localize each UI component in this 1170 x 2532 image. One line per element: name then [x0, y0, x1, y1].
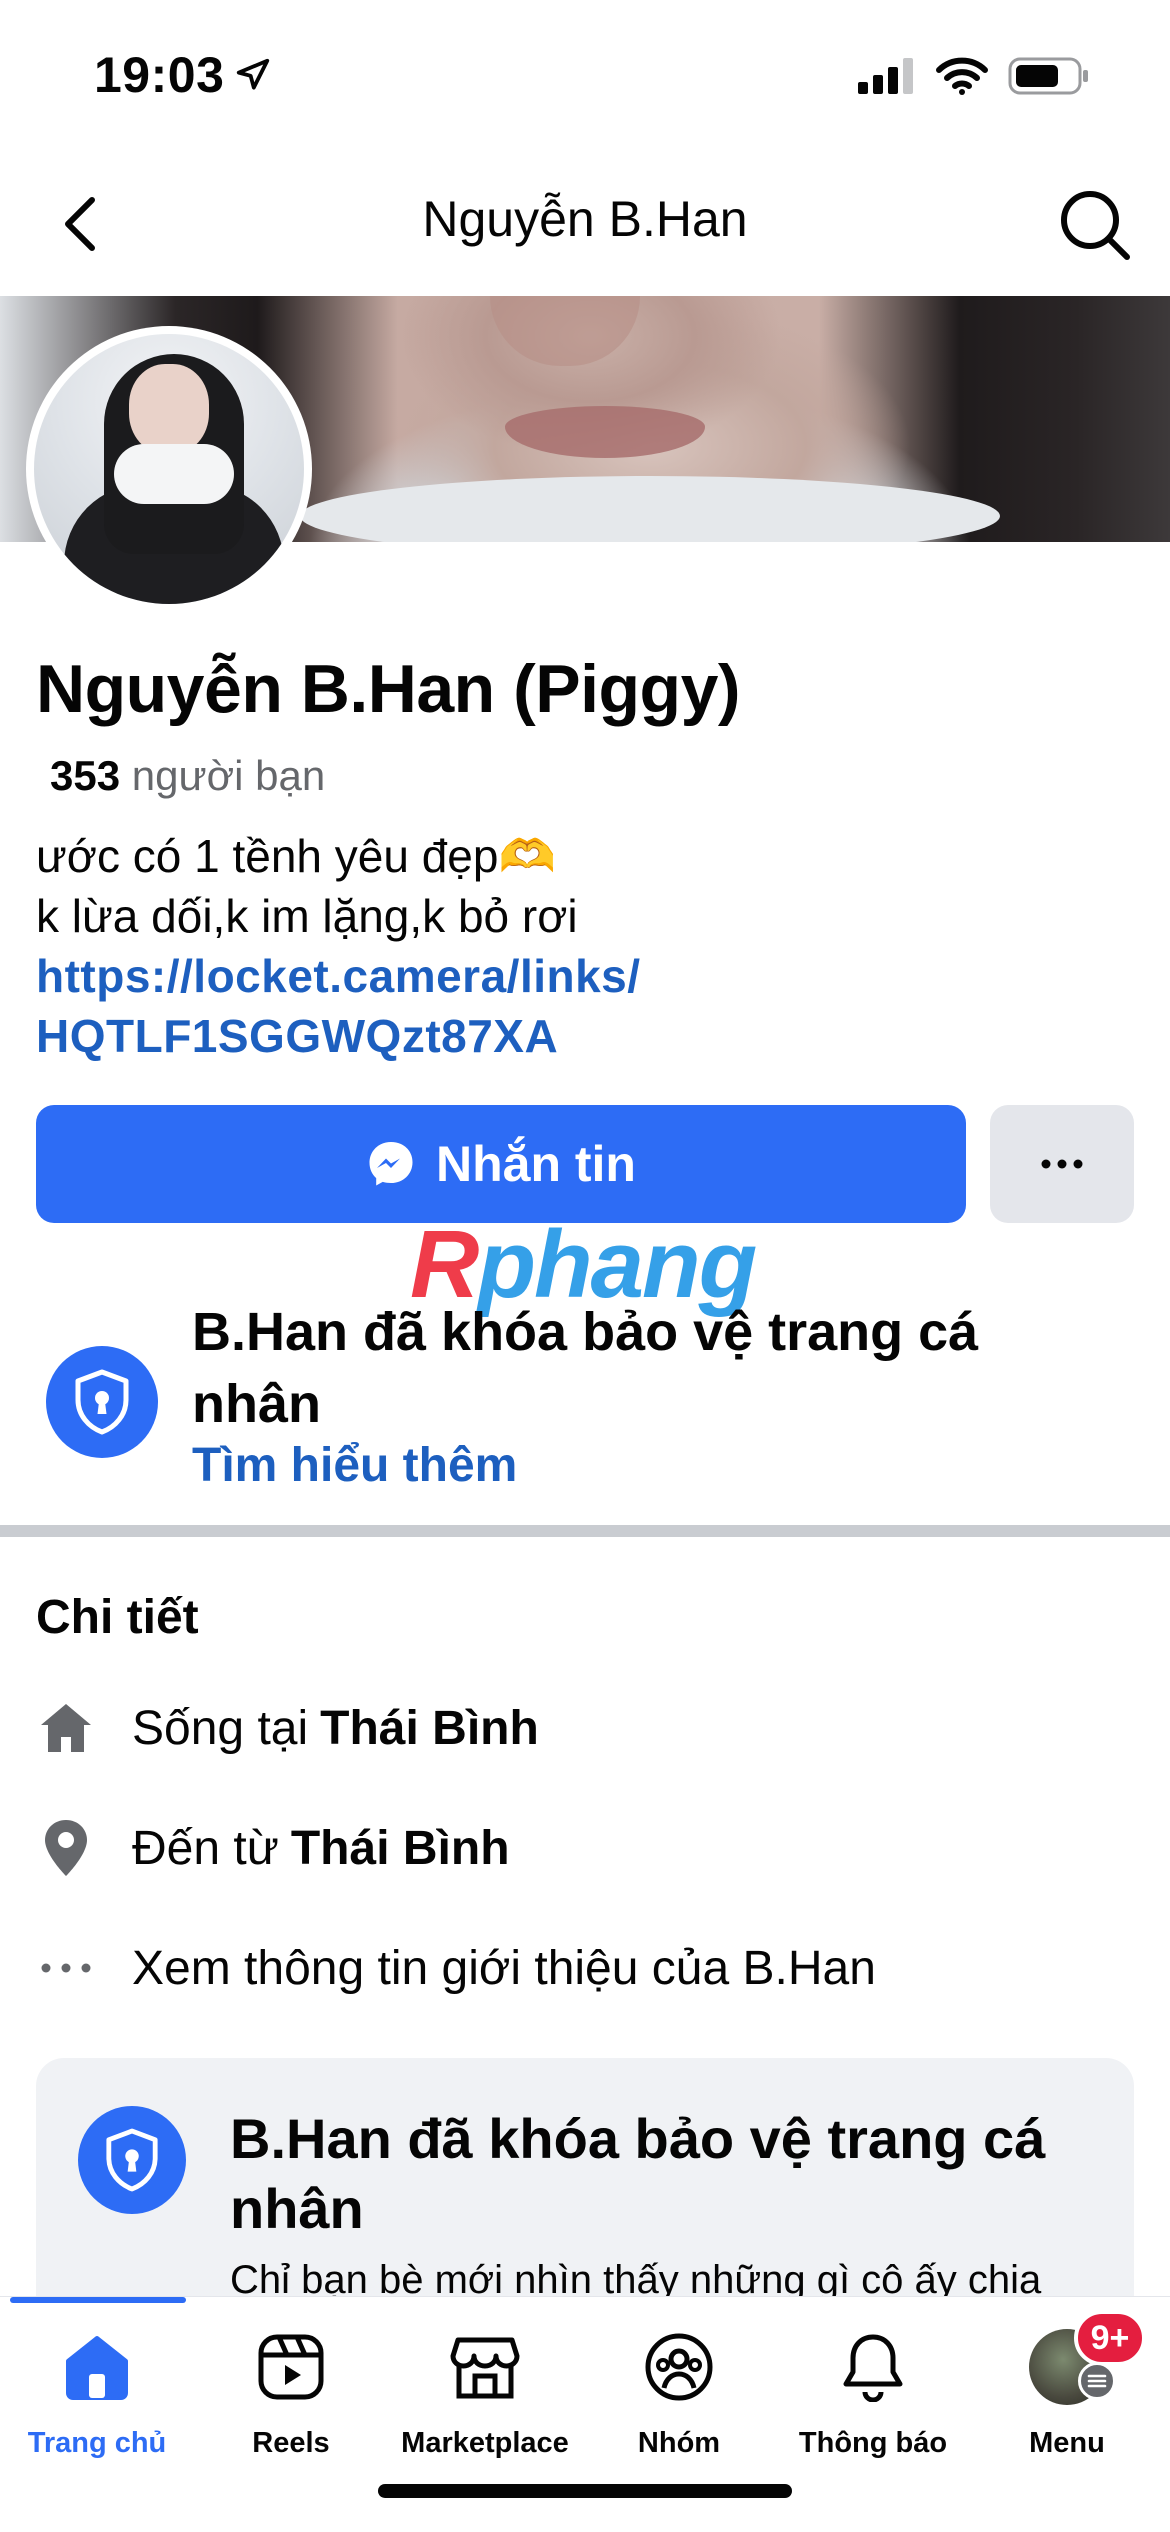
status-time: 19:03	[94, 46, 272, 104]
avatar-detail	[129, 364, 209, 454]
more-options-button[interactable]	[990, 1105, 1134, 1223]
bio-line: k lừa dối,k im lặng,k bỏ rơi	[36, 890, 578, 942]
shield-lock-icon	[78, 2106, 186, 2214]
detail-from-value: Thái Bình	[290, 1821, 510, 1875]
profile-bio: ước có 1 tềnh yêu đẹp🫶 k lừa dối,k im lặ…	[36, 826, 1036, 1066]
bio-link-line: HQTLF1SGGWQzt87XA	[36, 1010, 559, 1062]
friends-count-label: người bạn	[131, 752, 326, 799]
card-title: B.Han đã khóa bảo vệ trang cá nhân	[230, 2107, 1046, 2240]
status-time-text: 19:03	[94, 47, 225, 103]
see-about-info[interactable]: Xem thông tin giới thiệu của B.Han	[36, 1928, 1136, 2008]
status-icons	[858, 56, 1090, 96]
see-about-label: Xem thông tin giới thiệu của B.Han	[132, 1941, 876, 1995]
groups-icon	[639, 2327, 719, 2407]
signal-icon	[858, 58, 913, 94]
nav-reels[interactable]: Reels	[194, 2327, 388, 2477]
nav-label: Nhóm	[637, 2427, 721, 2459]
nav-label: Marketplace	[401, 2427, 569, 2459]
detail-from-prefix: Đến từ	[132, 1821, 279, 1875]
profile-header: Nguyễn B.Han	[0, 150, 1170, 296]
search-icon	[1061, 191, 1130, 260]
nav-notifications[interactable]: Thông báo	[776, 2327, 970, 2477]
nav-label: Trang chủ	[27, 2427, 167, 2459]
marketplace-icon	[445, 2327, 525, 2407]
profile-avatar[interactable]	[26, 326, 312, 612]
message-button-label: Nhắn tin	[436, 1136, 636, 1192]
messenger-icon	[369, 1142, 413, 1186]
nav-marketplace[interactable]: Marketplace	[388, 2327, 582, 2477]
nav-groups[interactable]: Nhóm	[582, 2327, 776, 2477]
lock-notice-title: B.Han đã khóa bảo vệ trang cá nhân	[192, 1302, 979, 1434]
avatar-image	[34, 334, 304, 604]
section-divider	[0, 1525, 1170, 1537]
cover-photo-detail	[300, 476, 1000, 542]
detail-lives-in: Sống tại Thái Bình	[36, 1688, 1136, 1768]
home-indicator	[378, 2484, 792, 2498]
bio-link-line: https://locket.camera/links/	[36, 950, 641, 1002]
location-arrow-icon	[237, 58, 270, 90]
status-bar: 19:03	[0, 0, 1170, 150]
nav-label: Reels	[252, 2427, 330, 2459]
battery-icon	[1008, 57, 1088, 95]
cover-photo-detail	[505, 406, 705, 458]
detail-lives-prefix: Sống tại	[132, 1701, 309, 1755]
cover-photo-detail	[490, 296, 640, 366]
detail-lives-value: Thái Bình	[320, 1701, 539, 1755]
details-title: Chi tiết	[36, 1591, 199, 1644]
nav-label: Menu	[1029, 2427, 1105, 2459]
profile-lock-notice: B.Han đã khóa bảo vệ trang cá nhân Tìm h…	[0, 1290, 1170, 1520]
reels-icon	[251, 2327, 331, 2407]
profile-name: Nguyễn B.Han (Piggy)	[36, 651, 741, 727]
home-icon	[36, 1698, 96, 1758]
header-title: Nguyễn B.Han	[422, 191, 748, 247]
location-pin-icon	[36, 1818, 96, 1878]
nav-home[interactable]: Trang chủ	[0, 2327, 194, 2477]
message-button[interactable]: Nhắn tin	[36, 1105, 966, 1223]
more-icon	[1041, 1159, 1083, 1169]
active-tab-indicator	[10, 2297, 186, 2303]
home-icon	[57, 2327, 137, 2407]
avatar-detail	[114, 444, 234, 504]
learn-more-link[interactable]: Tìm hiểu thêm	[192, 1438, 517, 1493]
detail-from: Đến từ Thái Bình	[36, 1808, 1136, 1888]
more-horizontal-icon	[36, 1938, 96, 1998]
bio-line: ước có 1 tềnh yêu đẹp🫶	[36, 830, 556, 882]
search-button[interactable]	[1050, 180, 1140, 270]
friends-count[interactable]: 353 người bạn	[50, 752, 325, 800]
menu-notification-badge: 9+	[1074, 2310, 1146, 2366]
shield-lock-icon	[46, 1346, 158, 1458]
nav-label: Thông báo	[798, 2427, 948, 2459]
hamburger-menu-icon	[1078, 2362, 1116, 2400]
bio-link[interactable]: https://locket.camera/links/ HQTLF1SGGWQ…	[36, 946, 1036, 1066]
friends-count-number: 353	[50, 752, 121, 799]
bell-icon	[833, 2327, 913, 2407]
wifi-icon	[936, 57, 988, 95]
